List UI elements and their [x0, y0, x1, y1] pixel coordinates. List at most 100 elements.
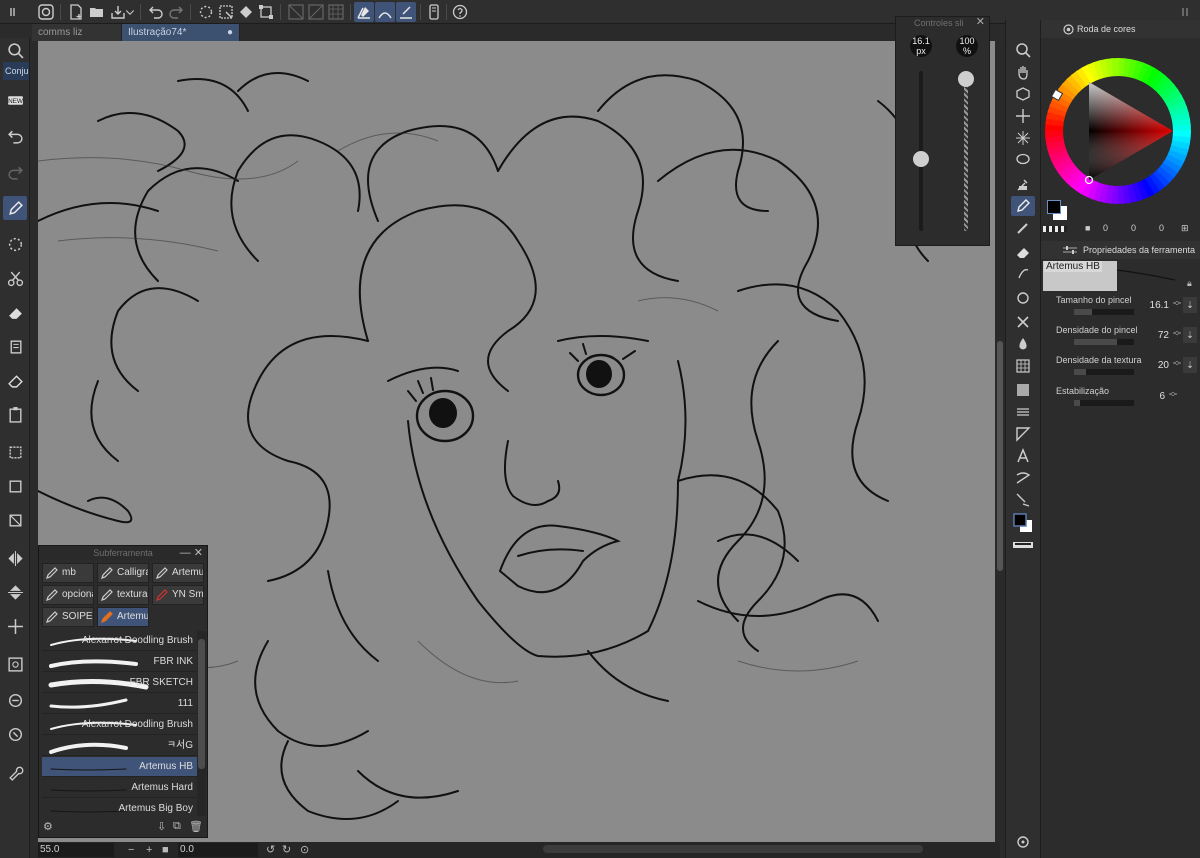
subtool-group[interactable]: opciona	[42, 585, 94, 605]
move-icon[interactable]	[3, 614, 27, 638]
subtool-group[interactable]: SOIPEI	[42, 607, 94, 627]
correct-line-icon[interactable]	[1011, 490, 1035, 510]
pen-tool-icon[interactable]	[1011, 196, 1035, 216]
rotate-right-icon[interactable]: ↻	[282, 843, 291, 857]
layers-icon[interactable]	[1011, 402, 1035, 422]
palette-icon[interactable]: ⊞	[1181, 223, 1189, 234]
water-drop-icon[interactable]	[1011, 334, 1035, 354]
property-slider[interactable]	[1074, 369, 1134, 375]
brush-item[interactable]: Alexarrot Doodling Brush	[42, 631, 197, 651]
move-icon[interactable]	[1011, 106, 1035, 126]
balloon-icon[interactable]	[1011, 468, 1035, 488]
eraser-icon[interactable]	[3, 300, 27, 324]
layer-set-label[interactable]: Conju	[3, 62, 29, 80]
property-slider[interactable]	[1074, 309, 1134, 315]
zoom-out-button[interactable]: −	[128, 843, 134, 857]
menu-icon[interactable]	[1176, 2, 1196, 22]
transform-icon[interactable]	[256, 2, 276, 22]
new-file-icon[interactable]	[66, 2, 86, 22]
spinner-icon[interactable]: ︿ ﹀	[1173, 357, 1181, 371]
menu-icon[interactable]	[6, 2, 26, 22]
paste-icon[interactable]	[3, 402, 27, 426]
subtool-group[interactable]: textura	[97, 585, 149, 605]
selection-icon[interactable]	[3, 474, 27, 498]
text-icon[interactable]	[1011, 446, 1035, 466]
undo-icon[interactable]	[146, 2, 166, 22]
brush-item[interactable]: Alexarrot Doodling Brush	[42, 715, 197, 735]
opacity-slider-knob[interactable]	[958, 71, 974, 87]
clip-studio-icon[interactable]	[36, 2, 56, 22]
help-icon[interactable]	[450, 2, 470, 22]
transparent-color-icon[interactable]	[1011, 540, 1035, 550]
rotate-left-icon[interactable]: ↺	[266, 843, 275, 857]
snap-grid-icon[interactable]	[326, 2, 346, 22]
zoom-icon[interactable]	[1011, 40, 1035, 60]
zoom-icon[interactable]	[3, 38, 27, 62]
stroke-curve-icon[interactable]	[375, 2, 395, 22]
chevron-down-icon[interactable]	[124, 2, 136, 22]
spinner-icon[interactable]: ︿ ﹀	[1173, 297, 1181, 311]
settings-icon[interactable]	[1011, 832, 1035, 852]
opacity-slider[interactable]	[964, 71, 968, 231]
dynamics-button[interactable]: ⇣	[1183, 357, 1197, 373]
size-slider-knob[interactable]	[913, 151, 929, 167]
property-row[interactable]: Densidade do pincel 72 ︿ ﹀ ⇣	[1041, 325, 1200, 355]
property-row[interactable]: Estabilização 6 ︿ ﹀	[1041, 386, 1200, 416]
tab-ilustracao74[interactable]: Ilustração74* ●	[122, 24, 240, 41]
eraser-icon[interactable]	[1011, 242, 1035, 262]
property-value[interactable]: 16.1	[1150, 300, 1169, 311]
spinner-icon[interactable]: ︿ ﹀	[1169, 388, 1177, 402]
trash-icon[interactable]: 🗑︎	[189, 820, 203, 833]
download-icon[interactable]: ⇩	[157, 820, 166, 833]
blend-icon[interactable]	[1011, 264, 1035, 284]
brush-item[interactable]: 111	[42, 694, 197, 714]
gradient-icon[interactable]	[1011, 380, 1035, 400]
redo-icon[interactable]	[166, 2, 186, 22]
dynamics-button[interactable]: ⇣	[1183, 327, 1197, 343]
property-value[interactable]: 72	[1158, 330, 1169, 341]
zoom-in-button[interactable]: +	[146, 843, 152, 857]
subtool-group[interactable]: Calligra	[97, 563, 149, 583]
property-slider[interactable]	[1074, 339, 1134, 345]
pen-tool-icon[interactable]	[3, 196, 27, 220]
subtool-group[interactable]: YN Sm	[152, 585, 204, 605]
scissors-icon[interactable]	[3, 266, 27, 290]
subtool-group[interactable]: Artemu	[152, 563, 204, 583]
reference-icon[interactable]	[3, 652, 27, 676]
fill-icon[interactable]	[1011, 288, 1035, 308]
subtool-group[interactable]: mb	[42, 563, 94, 583]
property-value[interactable]: 6	[1159, 391, 1165, 402]
snap-off-icon[interactable]	[286, 2, 306, 22]
color-wheel[interactable]	[1043, 56, 1193, 206]
loading-icon[interactable]	[196, 2, 216, 22]
figure-icon[interactable]	[1011, 424, 1035, 444]
decoration-icon[interactable]	[1011, 312, 1035, 332]
dynamics-button[interactable]: ⇣	[1183, 297, 1197, 313]
flip-vertical-icon[interactable]	[3, 580, 27, 604]
brush-item[interactable]: FBR SKETCH	[42, 673, 197, 693]
rotation-field[interactable]: 0.0	[178, 843, 258, 857]
property-row[interactable]: Tamanho do pincel 16.1 ︿ ﹀ ⇣	[1041, 295, 1200, 325]
stroke-line-icon[interactable]	[396, 2, 416, 22]
fill-icon[interactable]	[236, 2, 256, 22]
stroke-mode-icon[interactable]	[354, 2, 374, 22]
close-icon[interactable]: ✕	[976, 16, 985, 28]
lock-icon[interactable]: 🔒︎	[1187, 278, 1192, 289]
auto-select-icon[interactable]	[1011, 128, 1035, 148]
brush-item[interactable]: Artemus Big Boy	[42, 799, 197, 816]
main-color-swatch[interactable]	[1047, 200, 1061, 214]
flip-icon[interactable]	[3, 546, 27, 570]
link-icon[interactable]	[3, 722, 27, 746]
main-sub-color-swatch[interactable]	[1045, 198, 1075, 224]
object-icon[interactable]	[1011, 84, 1035, 104]
brush-item[interactable]: Artemus HB	[42, 757, 197, 777]
property-row[interactable]: Densidade da textura 20 ︿ ﹀ ⇣	[1041, 355, 1200, 385]
copy-icon[interactable]	[3, 334, 27, 358]
settings-icon[interactable]: ⚙	[43, 820, 53, 833]
subtool-group[interactable]: Artemu	[97, 607, 149, 627]
brush-item[interactable]: Artemus Hard	[42, 778, 197, 798]
transparent-color-icon[interactable]	[1043, 226, 1067, 232]
brush-list-scrollbar[interactable]	[197, 631, 206, 816]
canvas-horizontal-scrollbar[interactable]	[543, 845, 923, 853]
color-swatch-icon[interactable]	[1011, 510, 1035, 536]
